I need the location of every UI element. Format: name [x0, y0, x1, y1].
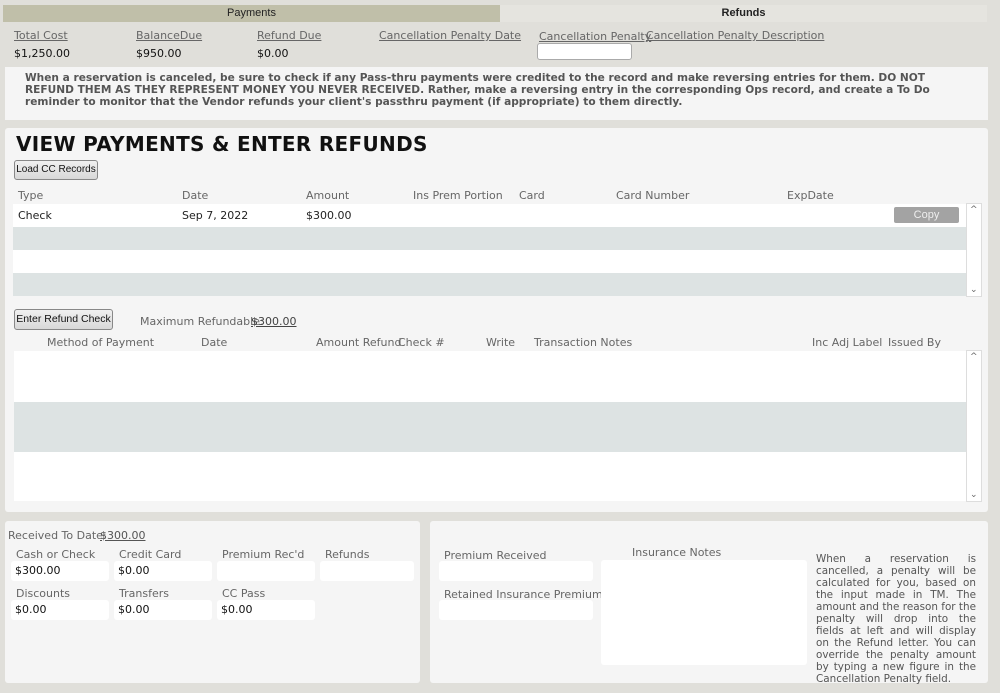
payment-type: Check: [18, 209, 52, 222]
table-row[interactable]: [14, 351, 966, 402]
total-cost-label: Total Cost: [14, 29, 68, 42]
col-date: Date: [182, 189, 209, 202]
col-ins-prem: Ins Prem Portion: [413, 189, 503, 202]
penalty-label: Cancellation Penalty: [539, 30, 652, 43]
chevron-up-icon[interactable]: ^: [970, 205, 978, 215]
refunds-scrollbar[interactable]: ^ ⌄: [966, 350, 982, 502]
tab-refunds[interactable]: Refunds: [500, 5, 987, 22]
enter-refund-check-button[interactable]: Enter Refund Check: [14, 309, 113, 330]
premium-received-field[interactable]: [439, 561, 593, 581]
balance-due-label: BalanceDue: [136, 29, 203, 42]
col-method: Method of Payment: [47, 336, 155, 349]
chevron-down-icon[interactable]: ⌄: [970, 285, 978, 295]
credit-card-field[interactable]: $0.00: [114, 561, 212, 581]
table-row[interactable]: [14, 402, 966, 452]
refunds-field[interactable]: [320, 561, 414, 581]
payment-amount: $300.00: [306, 209, 352, 222]
col-expdate: ExpDate: [787, 189, 834, 202]
col-card: Card: [519, 189, 545, 202]
transfers-label: Transfers: [119, 587, 169, 600]
insurance-notes-label: Insurance Notes: [632, 546, 722, 559]
max-refundable-value: $300.00: [251, 315, 297, 328]
retained-premium-field[interactable]: [439, 600, 593, 620]
premium-recd-label: Premium Rec'd: [222, 548, 305, 561]
discounts-label: Discounts: [16, 587, 71, 600]
table-row[interactable]: [13, 227, 966, 250]
pass-thru-notice: When a reservation is canceled, be sure …: [5, 67, 988, 120]
cc-pass-field[interactable]: $0.00: [217, 600, 315, 620]
tab-payments[interactable]: Payments: [3, 5, 500, 22]
col-type: Type: [18, 189, 44, 202]
col-amount: Amount: [306, 189, 350, 202]
refund-due-value: $0.00: [257, 47, 289, 60]
col-transaction-notes: Transaction Notes: [534, 336, 633, 349]
insurance-notes-textarea[interactable]: [601, 560, 807, 665]
payments-scrollbar[interactable]: ^ ⌄: [966, 203, 982, 297]
received-to-date-value: $300.00: [100, 529, 146, 542]
load-cc-records-button[interactable]: Load CC Records: [14, 160, 98, 180]
table-row[interactable]: [14, 452, 966, 501]
penalty-help-text: When a reservation is cancelled, a penal…: [816, 553, 976, 685]
received-to-date-label: Received To Date:: [8, 529, 107, 542]
col-refund-date: Date: [201, 336, 228, 349]
col-check-number: Check #: [398, 336, 445, 349]
credit-card-label: Credit Card: [119, 548, 182, 561]
table-row[interactable]: [13, 250, 966, 273]
penalty-description-label: Cancellation Penalty Description: [646, 29, 825, 42]
balance-due-value: $950.00: [136, 47, 182, 60]
premium-recd-field[interactable]: [217, 561, 315, 581]
table-row[interactable]: Check Sep 7, 2022 $300.00 Copy: [13, 204, 966, 227]
refunds-label: Refunds: [325, 548, 370, 561]
max-refundable-label: Maximum Refundable:: [140, 315, 264, 328]
col-inc-adj-label: Inc Adj Label: [812, 336, 883, 349]
page-title: VIEW PAYMENTS & ENTER REFUNDS: [16, 132, 428, 156]
cash-check-label: Cash or Check: [16, 548, 96, 561]
total-cost-value: $1,250.00: [14, 47, 70, 60]
cash-check-field[interactable]: $300.00: [11, 561, 109, 581]
chevron-up-icon[interactable]: ^: [970, 352, 978, 362]
payment-date: Sep 7, 2022: [182, 209, 249, 222]
chevron-down-icon[interactable]: ⌄: [970, 490, 978, 500]
table-row[interactable]: [13, 273, 966, 296]
cc-pass-label: CC Pass: [222, 587, 266, 600]
col-amount-refund: Amount Refund: [316, 336, 402, 349]
refund-due-label: Refund Due: [257, 29, 322, 42]
cancellation-penalty-input[interactable]: [537, 43, 632, 60]
col-write: Write: [486, 336, 516, 349]
penalty-date-label: Cancellation Penalty Date: [379, 29, 522, 42]
col-issued-by: Issued By: [888, 336, 941, 349]
transfers-field[interactable]: $0.00: [114, 600, 212, 620]
discounts-field[interactable]: $0.00: [11, 600, 109, 620]
col-card-number: Card Number: [616, 189, 690, 202]
copy-button[interactable]: Copy: [894, 207, 959, 223]
